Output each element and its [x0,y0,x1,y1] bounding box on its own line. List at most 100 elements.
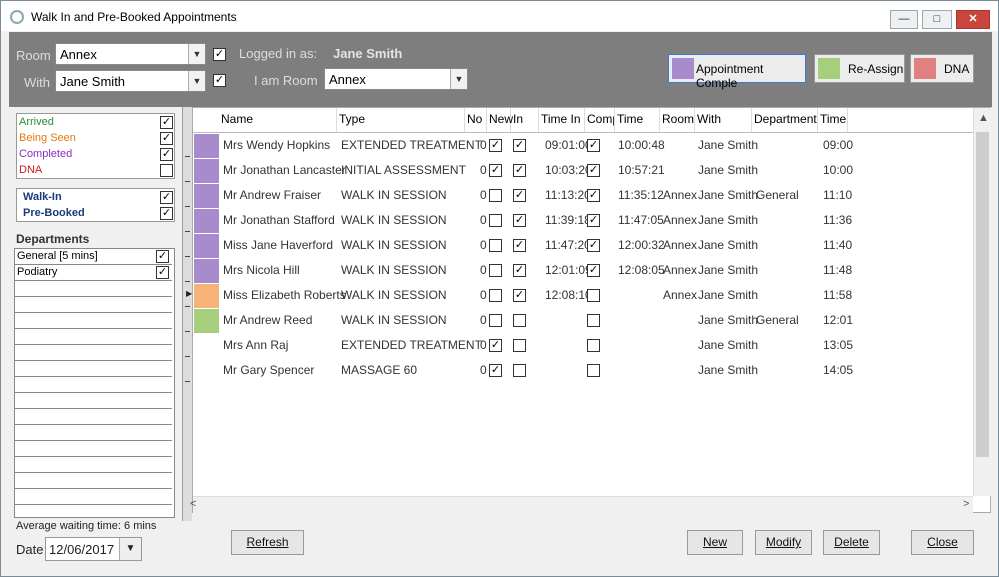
department-row[interactable]: General [5 mins] ✓ [15,249,172,265]
practitioner: Jane Smith [698,288,759,302]
room-select[interactable]: Annex ▼ [55,43,206,65]
maximize-button[interactable]: □ [922,10,952,29]
vertical-scrollbar[interactable]: ▲ [973,108,991,496]
column-header-time-in[interactable]: Time In [539,108,585,132]
new-button[interactable]: New [687,530,743,555]
i-am-room-select[interactable]: Annex ▼ [324,68,468,90]
dna-button[interactable]: DNA [910,54,974,83]
new-checkbox[interactable]: ✓ [489,139,502,152]
calendar-dropdown-icon[interactable]: ▼ [119,538,141,560]
in-checkbox[interactable]: ✓ [513,289,526,302]
complete-checkbox[interactable]: ✓ [587,139,600,152]
empty-grid-row [15,457,172,473]
no-show-count: 0 [480,138,487,152]
column-header-room[interactable]: Room [660,108,695,132]
modify-button[interactable]: Modify [755,530,812,555]
status-color-swatch [194,359,219,383]
appointment-row[interactable]: Mrs Ann Raj EXTENDED TREATMENT 0 ✓ Jane Smit… [193,333,973,358]
complete-checkbox[interactable] [587,364,600,377]
new-checkbox[interactable] [489,314,502,327]
complete-checkbox[interactable]: ✓ [587,214,600,227]
in-checkbox[interactable] [513,339,526,352]
scroll-left-icon[interactable]: < [190,498,196,510]
appointment-row[interactable]: Miss Jane Haverford WALK IN SESSION 0 ✓ 11:4… [193,233,973,258]
delete-button[interactable]: Delete [823,530,880,555]
close-button[interactable]: Close [911,530,974,555]
complete-checkbox[interactable]: ✓ [587,164,600,177]
column-header-no[interactable]: No [465,108,487,132]
column-header-time[interactable]: Time [615,108,660,132]
complete-checkbox[interactable] [587,314,600,327]
complete-checkbox[interactable]: ✓ [587,239,600,252]
new-checkbox[interactable] [489,239,502,252]
date-picker[interactable]: 12/06/2017 ▼ [45,537,142,561]
appointment-row[interactable]: Mr Jonathan Stafford WALK IN SESSION 0 ✓ 11:… [193,208,973,233]
department-checkbox[interactable]: ✓ [156,266,169,279]
appointment-time: 11:10 [823,188,853,202]
status-being-seen-checkbox[interactable]: ✓ [160,132,173,145]
new-checkbox[interactable] [489,214,502,227]
status-completed-checkbox[interactable]: ✓ [160,148,173,161]
in-checkbox[interactable] [513,364,526,377]
appointment-row[interactable]: Mr Andrew Reed WALK IN SESSION 0 Jane Smith… [193,308,973,333]
time-completed: 12:00:32 [618,238,665,252]
complete-checkbox[interactable] [587,339,600,352]
scroll-right-icon[interactable]: > [963,498,969,510]
in-checkbox[interactable]: ✓ [513,264,526,277]
column-header-type[interactable]: Type [337,108,465,132]
column-header-appointment-time[interactable]: Time [818,108,848,132]
department-label: General [5 mins] [17,250,98,262]
re-assign-button[interactable]: Re-Assign [814,54,905,83]
refresh-button[interactable]: Refresh [231,530,304,555]
column-header-with[interactable]: With [695,108,752,132]
in-checkbox[interactable]: ✓ [513,239,526,252]
appointment-row[interactable]: Miss Elizabeth Roberts WALK IN SESSION 0 ✓ 1… [193,283,973,308]
appointment-row[interactable]: Mr Jonathan Lancaster INITIAL ASSESSMENT 0… [193,158,973,183]
new-checkbox[interactable] [489,289,502,302]
status-arrived-checkbox[interactable]: ✓ [160,116,173,129]
walk-in-checkbox[interactable]: ✓ [160,191,173,204]
column-header-new[interactable]: New [487,108,513,132]
scroll-thumb[interactable] [976,132,989,457]
department-row[interactable]: Podiatry ✓ [15,265,172,281]
scroll-up-icon[interactable]: ▲ [978,112,989,124]
i-am-room-label: I am Room [254,73,318,88]
new-checkbox[interactable] [489,189,502,202]
appointment-type: WALK IN SESSION [341,313,447,327]
in-checkbox[interactable] [513,314,526,327]
horizontal-scrollbar[interactable]: < > [190,496,973,513]
pre-booked-checkbox[interactable]: ✓ [160,207,173,220]
column-header-comp[interactable]: Comp [585,108,615,132]
with-select[interactable]: Jane Smith ▼ [55,70,206,92]
new-checkbox[interactable]: ✓ [489,364,502,377]
close-window-button[interactable]: ✕ [956,10,990,29]
empty-grid-row [15,313,172,329]
room-filter-checkbox[interactable]: ✓ [213,48,226,61]
new-checkbox[interactable]: ✓ [489,339,502,352]
with-filter-checkbox[interactable]: ✓ [213,74,226,87]
column-header-name[interactable]: Name [219,108,337,132]
empty-grid-row [15,409,172,425]
in-checkbox[interactable]: ✓ [513,139,526,152]
complete-checkbox[interactable] [587,289,600,302]
in-checkbox[interactable]: ✓ [513,189,526,202]
in-checkbox[interactable]: ✓ [513,214,526,227]
appointment-row[interactable]: Mr Gary Spencer MASSAGE 60 0 ✓ Jane Smith 14:… [193,358,973,383]
row-divider [185,356,190,357]
appointment-row[interactable]: Mr Andrew Fraiser WALK IN SESSION 0 ✓ 11:13:… [193,183,973,208]
complete-checkbox[interactable]: ✓ [587,264,600,277]
column-header-department[interactable]: Department [752,108,818,132]
appointment-row[interactable]: Mrs Nicola Hill WALK IN SESSION 0 ✓ 12:01:09… [193,258,973,283]
new-checkbox[interactable] [489,264,502,277]
new-checkbox[interactable]: ✓ [489,164,502,177]
department-checkbox[interactable]: ✓ [156,250,169,263]
complete-checkbox[interactable]: ✓ [587,189,600,202]
in-checkbox[interactable]: ✓ [513,164,526,177]
practitioner: Jane Smith [698,238,759,252]
status-dna-checkbox[interactable] [160,164,173,177]
row-selector-column: ▶ [182,107,192,521]
column-header-in[interactable]: In [511,108,539,132]
minimize-button[interactable]: — [890,10,918,29]
appointment-complete-button[interactable]: Appointment Comple [668,54,806,90]
appointment-row[interactable]: Mrs Wendy Hopkins EXTENDED TREATMENT 0 ✓ ✓ 09… [193,133,973,158]
